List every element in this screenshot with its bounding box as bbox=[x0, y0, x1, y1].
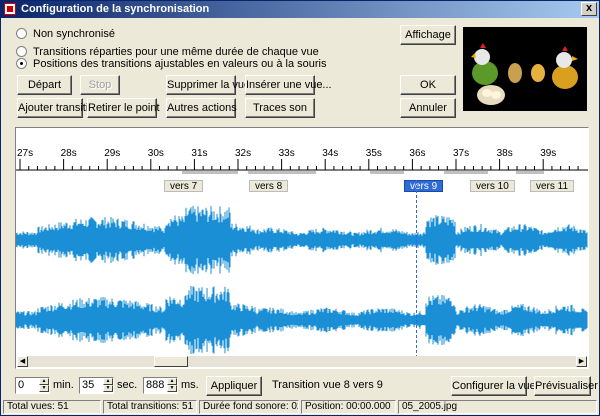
milliseconds-value[interactable]: 888 bbox=[146, 379, 164, 391]
radio-dot[interactable] bbox=[16, 28, 27, 39]
ruler-tick-label: 37s bbox=[453, 148, 469, 159]
affichage-button[interactable]: Affichage bbox=[400, 25, 456, 45]
status-duree: Durée fond sonore: 02:00 bbox=[199, 400, 299, 414]
waveform-channel-2 bbox=[16, 286, 588, 354]
status-position: Position: 00:00.000 bbox=[301, 400, 396, 414]
status-file: 05_2005.jpg bbox=[398, 400, 597, 414]
radio-label: Positions des transitions ajustables en … bbox=[33, 57, 327, 70]
status-total-vues: Total vues: 51 bbox=[3, 400, 101, 414]
seconds-input[interactable]: 35 ▲ ▼ bbox=[79, 377, 114, 394]
previsualiser-button[interactable]: Prévisualiser bbox=[534, 376, 598, 396]
minutes-value[interactable]: 0 bbox=[18, 379, 24, 391]
supprimer-vue-button[interactable]: Supprimer la vue bbox=[166, 75, 250, 95]
timeline-panel[interactable]: 27s 28s 29s 30s 31s 32s 33s 34s 35s 36s 37s 38s 39s … bbox=[15, 127, 589, 369]
inserer-vue-button[interactable]: Insérer une vue... bbox=[245, 75, 332, 95]
seconds-value[interactable]: 35 bbox=[82, 379, 94, 391]
ruler-tick-label: 32s bbox=[235, 148, 251, 159]
ajouter-transition-button[interactable]: Ajouter transition bbox=[17, 98, 101, 118]
radio-non-synchronise[interactable]: Non synchronisé bbox=[16, 27, 115, 40]
ruler-tick-label: 33s bbox=[279, 148, 295, 159]
transition-span bbox=[444, 171, 488, 174]
ruler-tick-label: 36s bbox=[409, 148, 425, 159]
transition-label: Transition vue 8 vers 9 bbox=[272, 379, 383, 391]
spin-up-icon[interactable]: ▲ bbox=[167, 378, 177, 385]
milliseconds-unit: ms. bbox=[181, 379, 199, 391]
chickens-eggs-image bbox=[471, 43, 578, 105]
radio-label: Non synchronisé bbox=[33, 27, 115, 40]
spin-down-icon[interactable]: ▼ bbox=[39, 385, 49, 392]
status-bar: Total vues: 51 Total transitions: 51 Dur… bbox=[3, 400, 597, 414]
ok-button[interactable]: OK bbox=[400, 75, 456, 95]
transition-marker[interactable]: vers 11 bbox=[530, 180, 575, 192]
spin-up-icon[interactable]: ▲ bbox=[103, 378, 113, 385]
ruler-tick-label: 31s bbox=[191, 148, 207, 159]
stop-button[interactable]: Stop bbox=[80, 75, 120, 95]
transition-marker[interactable]: vers 9 bbox=[404, 180, 444, 192]
app-icon bbox=[4, 3, 16, 15]
transition-span bbox=[516, 171, 544, 174]
spin-up-icon[interactable]: ▲ bbox=[39, 378, 49, 385]
ruler-tick-label: 35s bbox=[366, 148, 382, 159]
time-ruler[interactable]: 27s 28s 29s 30s 31s 32s 33s 34s 35s 36s 37s 38s 39s bbox=[16, 128, 588, 174]
spin-down-icon[interactable]: ▼ bbox=[167, 385, 177, 392]
transition-marker[interactable]: vers 7 bbox=[164, 180, 204, 192]
status-total-transitions: Total transitions: 51 bbox=[103, 400, 197, 414]
annuler-button[interactable]: Annuler bbox=[400, 98, 456, 118]
ruler-tick-label: 34s bbox=[322, 148, 338, 159]
cursor-line bbox=[416, 180, 417, 358]
ruler-tick-label: 39s bbox=[540, 148, 556, 159]
close-button[interactable]: x bbox=[581, 2, 597, 16]
retirer-point-button[interactable]: Retirer le point bbox=[87, 98, 160, 118]
window-title: Configuration de la synchronisation bbox=[21, 3, 210, 15]
audio-waveform[interactable] bbox=[16, 202, 588, 360]
transition-marker[interactable]: vers 8 bbox=[249, 180, 289, 192]
scroll-right-arrow-icon[interactable]: ▶ bbox=[576, 356, 587, 367]
traces-son-button[interactable]: Traces son bbox=[245, 98, 315, 118]
minutes-input[interactable]: 0 ▲ ▼ bbox=[15, 377, 50, 394]
ruler-tick-label: 30s bbox=[148, 148, 164, 159]
transition-span bbox=[370, 171, 404, 174]
transition-span bbox=[182, 171, 238, 174]
slide-preview bbox=[463, 27, 587, 111]
scroll-thumb[interactable] bbox=[154, 356, 188, 367]
transition-marker[interactable]: vers 10 bbox=[470, 180, 515, 192]
title-bar: Configuration de la synchronisation x bbox=[1, 1, 599, 18]
appliquer-button[interactable]: Appliquer bbox=[206, 376, 262, 396]
seconds-unit: sec. bbox=[117, 379, 138, 391]
ruler-tick-label: 38s bbox=[497, 148, 513, 159]
spin-down-icon[interactable]: ▼ bbox=[103, 385, 113, 392]
depart-button[interactable]: Départ bbox=[17, 75, 72, 95]
ruler-tick-label: 27s bbox=[17, 148, 33, 159]
ruler-tick-label: 28s bbox=[61, 148, 77, 159]
radio-positions-ajustables[interactable]: Positions des transitions ajustables en … bbox=[16, 57, 327, 70]
ruler-tick-label: 29s bbox=[104, 148, 120, 159]
milliseconds-input[interactable]: 888 ▲ ▼ bbox=[143, 377, 178, 394]
sync-config-window: Configuration de la synchronisation x No… bbox=[0, 0, 600, 416]
waveform-channel-1 bbox=[16, 206, 588, 274]
horizontal-scrollbar[interactable]: ◀ ▶ bbox=[17, 356, 587, 367]
minutes-unit: min. bbox=[53, 379, 74, 391]
radio-dot[interactable] bbox=[16, 46, 27, 57]
transition-span bbox=[248, 171, 316, 174]
configurer-vue-button[interactable]: Configurer la vue bbox=[451, 376, 536, 396]
autres-actions-button[interactable]: Autres actions bbox=[166, 98, 237, 118]
scroll-left-arrow-icon[interactable]: ◀ bbox=[17, 356, 28, 367]
radio-label: Transitions réparties pour une même duré… bbox=[33, 45, 319, 58]
radio-dot[interactable] bbox=[16, 58, 27, 69]
